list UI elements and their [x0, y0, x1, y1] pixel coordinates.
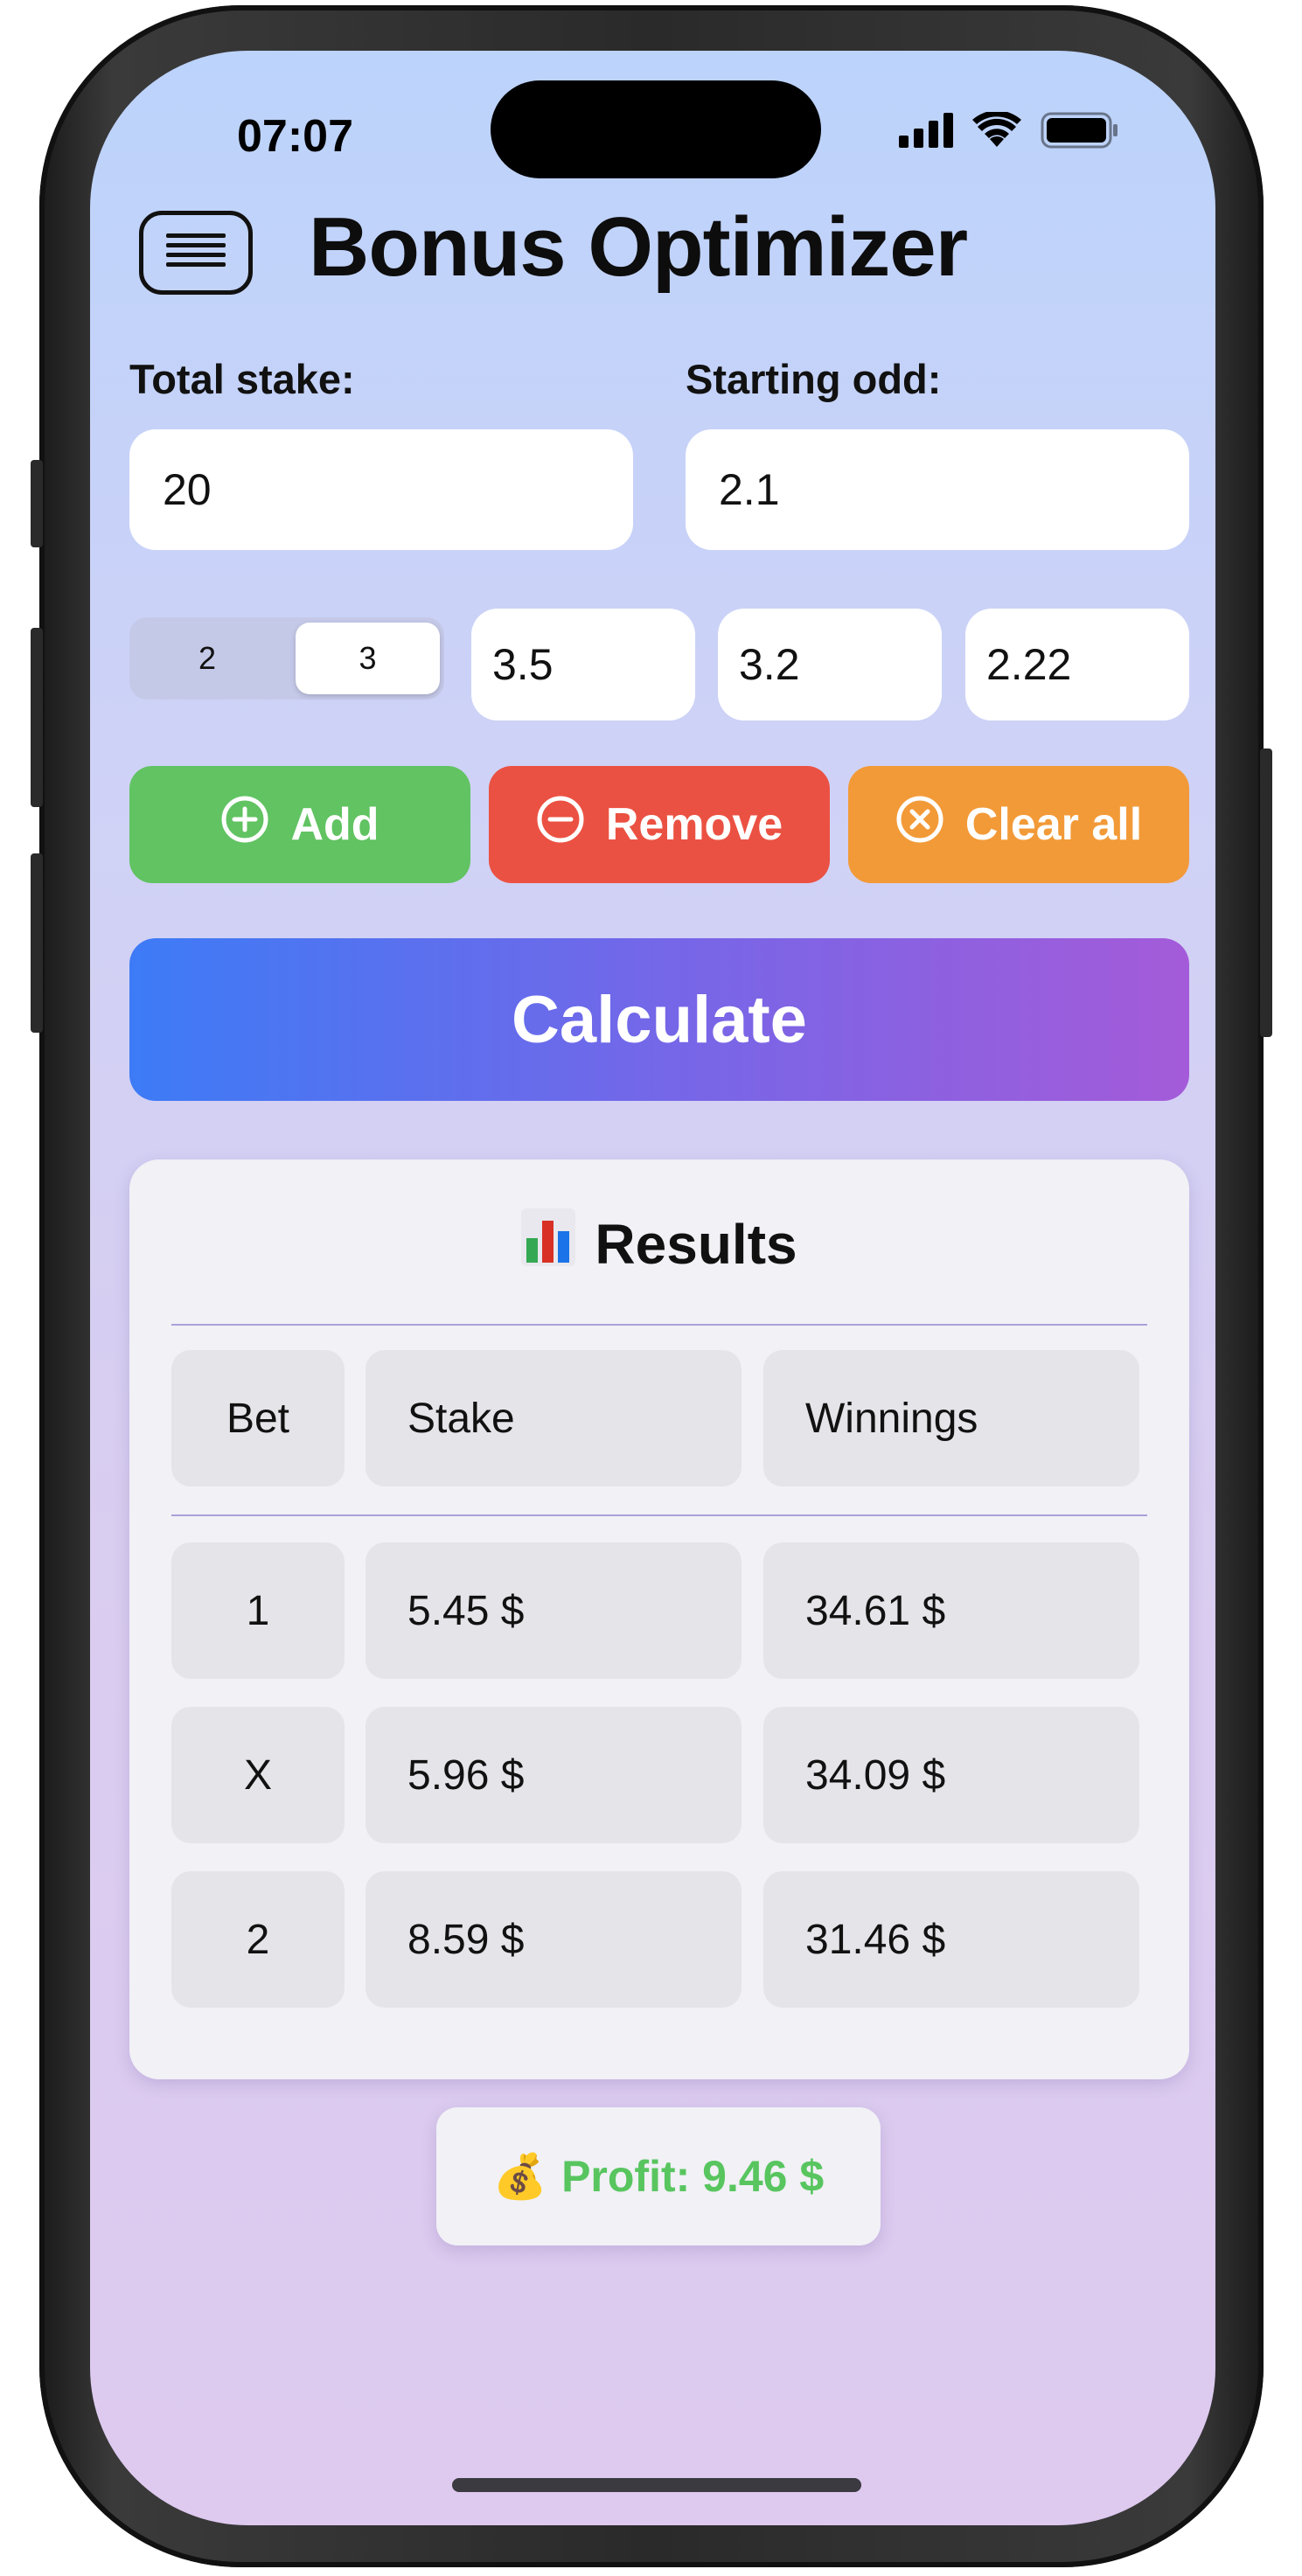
remove-button-label: Remove [605, 799, 783, 850]
signal-icon [899, 112, 953, 152]
wifi-icon [972, 109, 1021, 153]
odd-input-2[interactable]: 3.2 [718, 609, 942, 721]
total-stake-input[interactable]: 20 [129, 429, 633, 550]
calculate-button[interactable]: Calculate [129, 938, 1189, 1101]
row-2-stake: 5.96 $ [366, 1707, 742, 1843]
results-divider-header [171, 1514, 1147, 1516]
menu-button[interactable] [139, 211, 253, 295]
hamburger-icon [166, 232, 226, 275]
minus-circle-icon [536, 795, 585, 855]
remove-button[interactable]: Remove [489, 766, 830, 883]
home-indicator[interactable] [452, 2478, 861, 2492]
x-circle-icon [895, 795, 944, 855]
odd-input-3[interactable]: 2.22 [965, 609, 1189, 721]
header-bet: Bet [171, 1350, 345, 1486]
row-2-winnings: 34.09 $ [763, 1707, 1139, 1843]
dynamic-island [491, 80, 821, 178]
header-stake: Stake [366, 1350, 742, 1486]
results-title: Results [129, 1208, 1189, 1279]
starting-odd-input[interactable]: 2.1 [686, 429, 1189, 550]
segment-option-2[interactable]: 2 [129, 617, 285, 700]
total-stake-label: Total stake: [129, 356, 355, 402]
segment-option-3[interactable]: 3 [296, 623, 440, 694]
outcomes-segmented-control: 2 3 [129, 617, 444, 700]
power-button [1260, 748, 1272, 1037]
volume-up-button [31, 628, 43, 807]
clear-all-button[interactable]: Clear all [848, 766, 1189, 883]
page-title: Bonus Optimizer [309, 200, 968, 294]
row-1-stake: 5.45 $ [366, 1542, 742, 1679]
add-button[interactable]: Add [129, 766, 470, 883]
row-1-bet: 1 [171, 1542, 345, 1679]
clear-all-button-label: Clear all [964, 799, 1143, 850]
money-bag-icon: 💰 [492, 2151, 548, 2201]
battery-icon [1041, 112, 1119, 153]
row-3-bet: 2 [171, 1871, 345, 2008]
results-title-text: Results [595, 1212, 797, 1276]
app-screen: 07:07 Bonus Optimizer Total stake: 20 St… [90, 51, 1215, 2525]
profit-text: Profit: 9.46 $ [561, 2152, 825, 2201]
volume-down-button [31, 853, 43, 1033]
odd-input-1[interactable]: 3.5 [471, 609, 695, 721]
row-3-stake: 8.59 $ [366, 1871, 742, 2008]
profit-badge: 💰 Profit: 9.46 $ [436, 2107, 881, 2245]
status-time: 07:07 [237, 111, 353, 162]
bar-chart-icon [521, 1208, 576, 1279]
row-1-winnings: 34.61 $ [763, 1542, 1139, 1679]
plus-circle-icon [220, 795, 269, 855]
header-winnings: Winnings [763, 1350, 1139, 1486]
starting-odd-label: Starting odd: [686, 356, 942, 402]
row-3-winnings: 31.46 $ [763, 1871, 1139, 2008]
add-button-label: Add [290, 799, 379, 850]
row-2-bet: X [171, 1707, 345, 1843]
results-card: Results Bet Stake Winnings 1 5.45 $ 34.6… [129, 1159, 1189, 2079]
mute-switch [31, 460, 43, 547]
results-divider-top [171, 1324, 1147, 1326]
status-icons [899, 109, 1119, 154]
